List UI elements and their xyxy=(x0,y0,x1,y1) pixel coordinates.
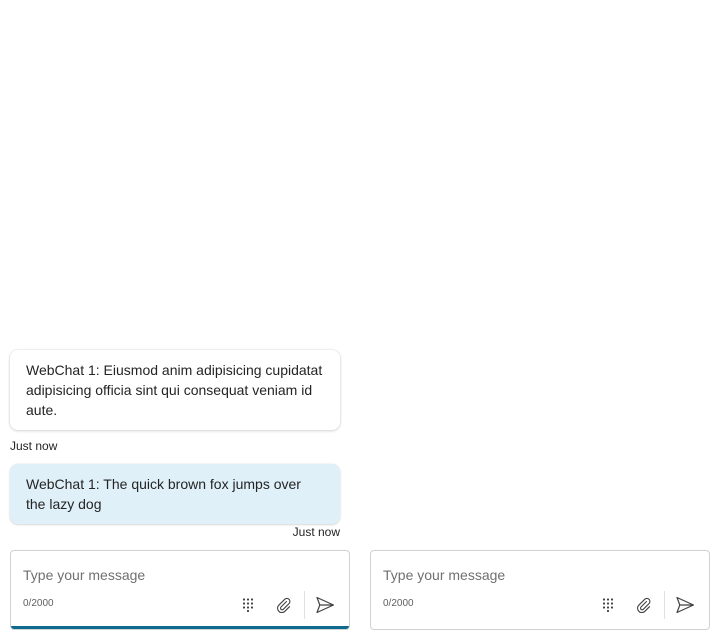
incoming-message-bubble: WebChat 1: Eiusmod anim adipisicing cupi… xyxy=(10,350,340,430)
message-timestamp: Just now xyxy=(292,525,340,539)
keypad-button[interactable] xyxy=(594,592,622,618)
webchat-2: 0/2000 xyxy=(370,0,710,640)
transcript[interactable]: WebChat 1: Eiusmod anim adipisicing cupi… xyxy=(10,0,350,540)
attach-button[interactable] xyxy=(270,592,298,618)
keypad-button[interactable] xyxy=(234,592,262,618)
send-button[interactable] xyxy=(671,592,699,618)
message-composer: 0/2000 xyxy=(10,550,350,630)
message-input[interactable] xyxy=(383,565,683,585)
attach-button[interactable] xyxy=(630,592,658,618)
message-composer: 0/2000 xyxy=(370,550,710,630)
message-text: WebChat 1: The quick brown fox jumps ove… xyxy=(26,476,301,512)
message-timestamp: Just now xyxy=(10,439,58,453)
paperclip-icon xyxy=(276,597,291,613)
toolbar-divider xyxy=(304,591,305,619)
paperclip-icon xyxy=(636,597,651,613)
send-icon xyxy=(676,596,695,614)
message-input[interactable] xyxy=(23,565,323,585)
transcript[interactable] xyxy=(370,0,710,540)
send-button[interactable] xyxy=(311,592,339,618)
toolbar-divider xyxy=(664,591,665,619)
webchat-app: WebChat 1: Eiusmod anim adipisicing cupi… xyxy=(0,0,720,640)
character-count: 0/2000 xyxy=(383,598,414,609)
keypad-icon xyxy=(602,598,614,612)
character-count: 0/2000 xyxy=(23,598,54,609)
keypad-icon xyxy=(242,598,254,612)
message-text: WebChat 1: Eiusmod anim adipisicing cupi… xyxy=(26,362,323,418)
webchat-1: WebChat 1: Eiusmod anim adipisicing cupi… xyxy=(10,0,350,640)
send-icon xyxy=(316,596,335,614)
outgoing-message-bubble: WebChat 1: The quick brown fox jumps ove… xyxy=(10,464,340,524)
